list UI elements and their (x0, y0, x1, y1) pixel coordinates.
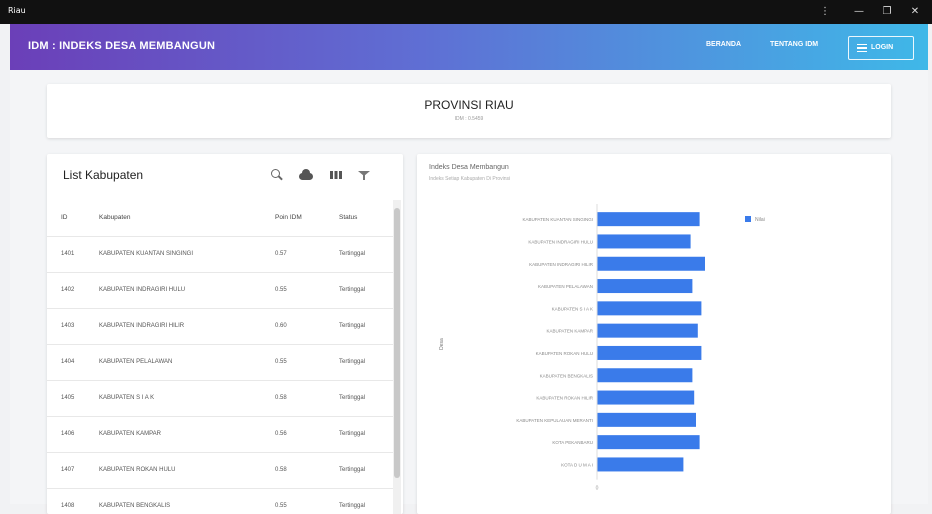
chart-bar (597, 234, 691, 249)
province-subtitle: IDM : 0.5459 (454, 116, 484, 122)
nav-beranda[interactable]: BERANDA (706, 41, 741, 48)
cloud-download-icon[interactable] (297, 166, 315, 184)
chart-bar (597, 345, 702, 360)
close-button[interactable]: ✕ (902, 3, 928, 21)
row-kabupaten: KABUPATEN KUANTAN SINGINGI (99, 251, 194, 257)
table-row[interactable]: 1402 KABUPATEN INDRAGIRI HULU 0.55 Tertingg… (47, 272, 393, 308)
category-label: KABUPATEN INDRAGIRI HILIR (529, 262, 594, 267)
chart-bar (597, 301, 702, 316)
column-header-id[interactable]: ID (61, 214, 68, 221)
table-row[interactable]: 1405 KABUPATEN S I A K 0.58 Tertinggal (47, 380, 393, 416)
app-brand[interactable]: IDM : INDEKS DESA MEMBANGUN (28, 40, 215, 52)
login-button[interactable]: LOGIN (848, 36, 914, 60)
province-card: PROVINSI RIAU IDM : 0.5459 (47, 84, 891, 138)
row-id: 1403 (61, 323, 75, 329)
nav-tentang-idm[interactable]: TENTANG IDM (770, 41, 818, 48)
legend-label: Nilai (755, 217, 765, 223)
table-row[interactable]: 1408 KABUPATEN BENGKALIS 0.55 Tertinggal (47, 488, 393, 514)
row-kabupaten: KABUPATEN INDRAGIRI HILIR (99, 323, 185, 329)
search-icon[interactable] (267, 166, 285, 184)
view-columns-icon[interactable] (327, 166, 345, 184)
row-poin: 0.56 (275, 431, 287, 437)
table-row[interactable]: 1401 KABUPATEN KUANTAN SINGINGI 0.57 Tertin… (47, 236, 393, 272)
row-status: Tertinggal (339, 287, 366, 293)
window-titlebar: Riau ⋮ — ❐ ✕ (0, 0, 932, 24)
menu-icon (857, 44, 867, 52)
row-poin: 0.55 (275, 359, 287, 365)
row-id: 1406 (61, 431, 75, 437)
chart-bar (597, 412, 696, 427)
row-kabupaten: KABUPATEN PELALAWAN (99, 359, 173, 365)
column-header-poin[interactable]: Poin IDM (275, 214, 302, 221)
column-header-kabupaten[interactable]: Kabupaten (99, 214, 130, 221)
category-label: KABUPATEN INDRAGIRI HULU (528, 239, 593, 244)
row-id: 1407 (61, 467, 75, 473)
app-header: IDM : INDEKS DESA MEMBANGUN BERANDA TENT… (10, 24, 928, 70)
row-id: 1405 (61, 395, 75, 401)
login-label: LOGIN (871, 44, 894, 51)
table-header: ID Kabupaten Poin IDM Status (47, 200, 393, 236)
category-label: KOTA PEKANBARU (552, 440, 593, 445)
row-poin: 0.60 (275, 323, 287, 329)
category-label: KABUPATEN S I A K (552, 306, 593, 311)
row-status: Tertinggal (339, 467, 366, 473)
kabupaten-list-card: List Kabupaten ID Kabupaten Poin IDM Sta… (47, 154, 403, 514)
row-id: 1404 (61, 359, 75, 365)
chart-bar (597, 323, 698, 338)
province-title: PROVINSI RIAU (424, 98, 514, 112)
row-status: Tertinggal (339, 251, 366, 257)
chart-bar (597, 256, 705, 271)
row-id: 1402 (61, 287, 75, 293)
category-label: KOTA D U M A I (561, 462, 593, 467)
row-poin: 0.58 (275, 467, 287, 473)
table-row[interactable]: 1404 KABUPATEN PELALAWAN 0.55 Tertinggal (47, 344, 393, 380)
chart-bar (597, 368, 693, 383)
chart-card: Indeks Desa Membangun Indeks Setiap Kabu… (417, 154, 891, 514)
scrollbar-thumb[interactable] (394, 208, 400, 478)
category-label: KABUPATEN KAMPAR (546, 329, 593, 334)
row-status: Tertinggal (339, 323, 366, 329)
row-poin: 0.57 (275, 251, 287, 257)
row-status: Tertinggal (339, 359, 366, 365)
category-label: KABUPATEN KUANTAN SINGINGI (522, 217, 593, 222)
row-id: 1401 (61, 251, 75, 257)
chart-bar (597, 279, 693, 294)
row-poin: 0.55 (275, 287, 287, 293)
chart-bar (597, 212, 700, 227)
chart-bar (597, 457, 684, 472)
maximize-button[interactable]: ❐ (874, 3, 900, 21)
filter-icon[interactable] (355, 166, 373, 184)
row-status: Tertinggal (339, 431, 366, 437)
row-status: Tertinggal (339, 395, 366, 401)
row-poin: 0.58 (275, 395, 287, 401)
list-title: List Kabupaten (63, 168, 144, 182)
table-row[interactable]: 1407 KABUPATEN ROKAN HULU 0.58 Tertinggal (47, 452, 393, 488)
table-row[interactable]: 1406 KABUPATEN KAMPAR 0.56 Tertinggal (47, 416, 393, 452)
category-label: KABUPATEN PELALAWAN (538, 284, 593, 289)
category-label: KABUPATEN ROKAN HULU (536, 351, 593, 356)
category-label: KABUPATEN KEPULAUAN MERANTI (516, 418, 593, 423)
column-header-status[interactable]: Status (339, 214, 357, 221)
x-tick-label: 0 (596, 486, 599, 492)
legend-swatch (745, 216, 751, 222)
category-label: KABUPATEN ROKAN HILIR (536, 396, 593, 401)
main-content: PROVINSI RIAU IDM : 0.5459 List Kabupate… (10, 70, 928, 514)
y-axis-label: Desa (439, 338, 445, 350)
table-scrollbar[interactable] (393, 200, 401, 514)
row-kabupaten: KABUPATEN INDRAGIRI HULU (99, 287, 186, 293)
row-kabupaten: KABUPATEN KAMPAR (99, 431, 162, 437)
more-icon[interactable]: ⋮ (812, 3, 838, 21)
row-kabupaten: KABUPATEN S I A K (99, 395, 155, 401)
minimize-button[interactable]: — (846, 3, 872, 21)
bar-chart: KABUPATEN KUANTAN SINGINGI KABUPATEN INDR… (439, 204, 765, 492)
category-label: KABUPATEN BENGKALIS (540, 373, 593, 378)
chart-bar (597, 435, 700, 450)
row-kabupaten: KABUPATEN ROKAN HULU (99, 467, 176, 473)
table-row[interactable]: 1403 KABUPATEN INDRAGIRI HILIR 0.60 Terting… (47, 308, 393, 344)
window-title: Riau (8, 6, 26, 15)
chart-bar (597, 390, 695, 405)
